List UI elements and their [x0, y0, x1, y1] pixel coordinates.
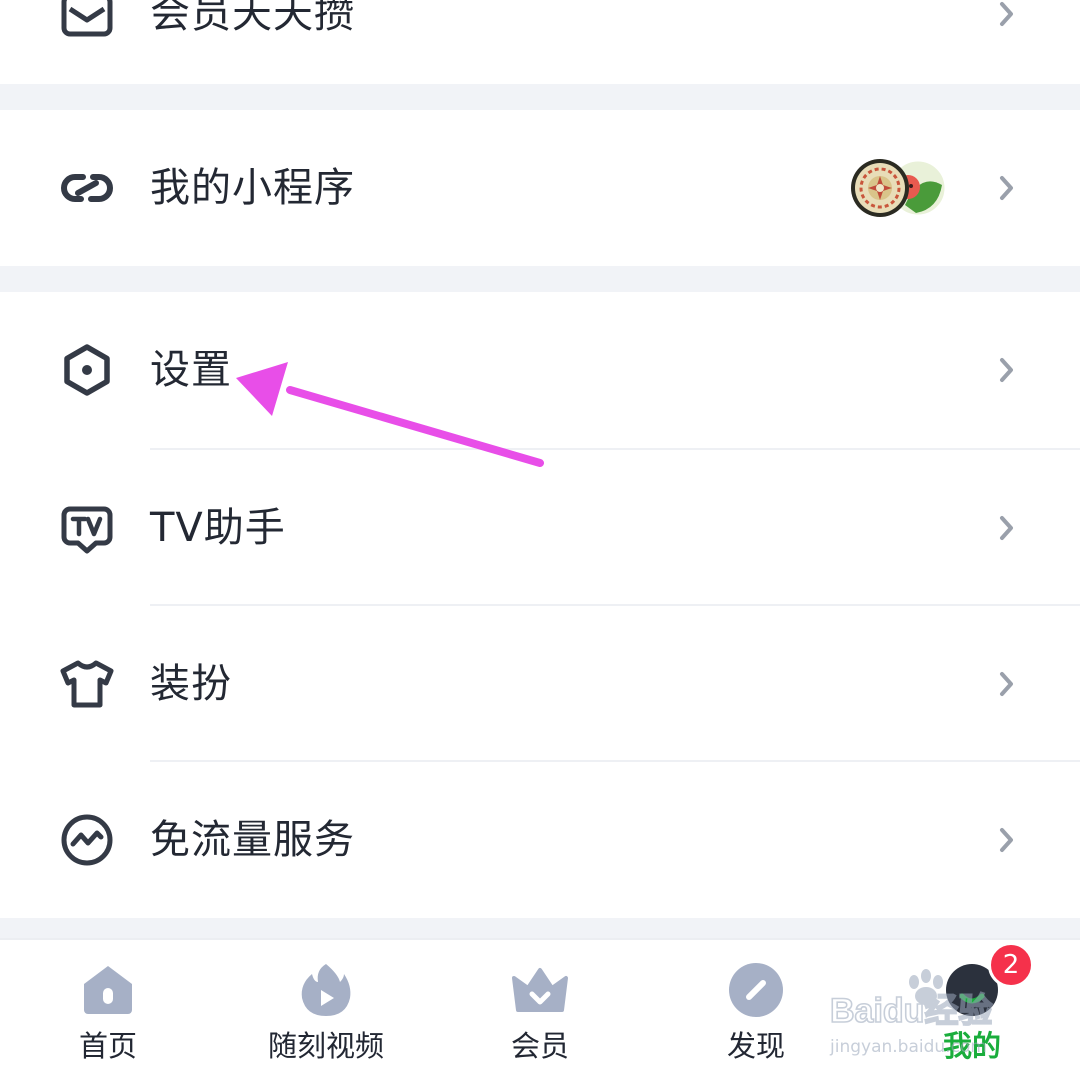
chevron-right-icon: [998, 0, 1016, 29]
recent-mini-apps[interactable]: [850, 157, 950, 219]
settings-card: 设置 TV助手 装扮 免流量服务: [0, 292, 1080, 918]
menu-item-free-data-service[interactable]: 免流量服务: [0, 762, 1080, 918]
menu-item-label: 装扮: [150, 661, 232, 707]
menu-item-label: TV助手: [150, 505, 286, 551]
tab-mine[interactable]: 我的 2: [892, 940, 1052, 1082]
chevron-right-icon: [998, 355, 1016, 385]
menu-item-label: 我的小程序: [150, 165, 355, 211]
mini-program-card: 我的小程序: [0, 110, 1080, 266]
tab-label: 首页: [78, 1029, 137, 1063]
menu-item-settings[interactable]: 设置: [0, 292, 1080, 448]
menu-item-mini-programs[interactable]: 我的小程序: [0, 110, 1080, 266]
tab-suike-video[interactable]: 随刻视频: [236, 940, 416, 1082]
tab-discover[interactable]: 发现: [676, 940, 836, 1082]
chevron-right-icon: [998, 825, 1016, 855]
menu-item-tv-assistant[interactable]: TV助手: [0, 450, 1080, 606]
tab-label: 随刻视频: [267, 1029, 384, 1063]
tab-label: 我的: [942, 1029, 1001, 1063]
notification-badge: 2: [988, 942, 1034, 988]
menu-item-label: 会员天天攒: [150, 0, 355, 37]
compass-icon: [724, 958, 788, 1022]
home-icon: [76, 958, 140, 1022]
chevron-right-icon: [998, 513, 1016, 543]
pulse-circle-icon: [58, 811, 116, 869]
chevron-right-icon: [998, 669, 1016, 699]
tab-home[interactable]: 首页: [28, 940, 188, 1082]
mandala-app-icon: [851, 159, 909, 217]
menu-item-member-savings[interactable]: 会员天天攒: [0, 0, 1080, 92]
tshirt-icon: [58, 655, 116, 713]
bottom-tab-bar: 首页 随刻视频 会员 发现 我的 2: [0, 938, 1080, 1082]
tv-icon: [58, 499, 116, 557]
menu-item-label: 设置: [150, 347, 232, 393]
tab-membership[interactable]: 会员: [460, 940, 620, 1082]
flame-play-icon: [294, 958, 358, 1022]
hexagon-settings-icon: [58, 341, 116, 399]
chevron-right-icon: [998, 173, 1016, 203]
menu-item-dress-up[interactable]: 装扮: [0, 606, 1080, 762]
menu-item-label: 免流量服务: [150, 817, 355, 863]
mail-icon: [58, 0, 116, 43]
partial-menu-card: 会员天天攒: [0, 0, 1080, 84]
tab-label: 会员: [510, 1029, 569, 1063]
link-icon: [58, 159, 116, 217]
crown-icon: [508, 958, 572, 1022]
tab-label: 发现: [726, 1029, 785, 1063]
